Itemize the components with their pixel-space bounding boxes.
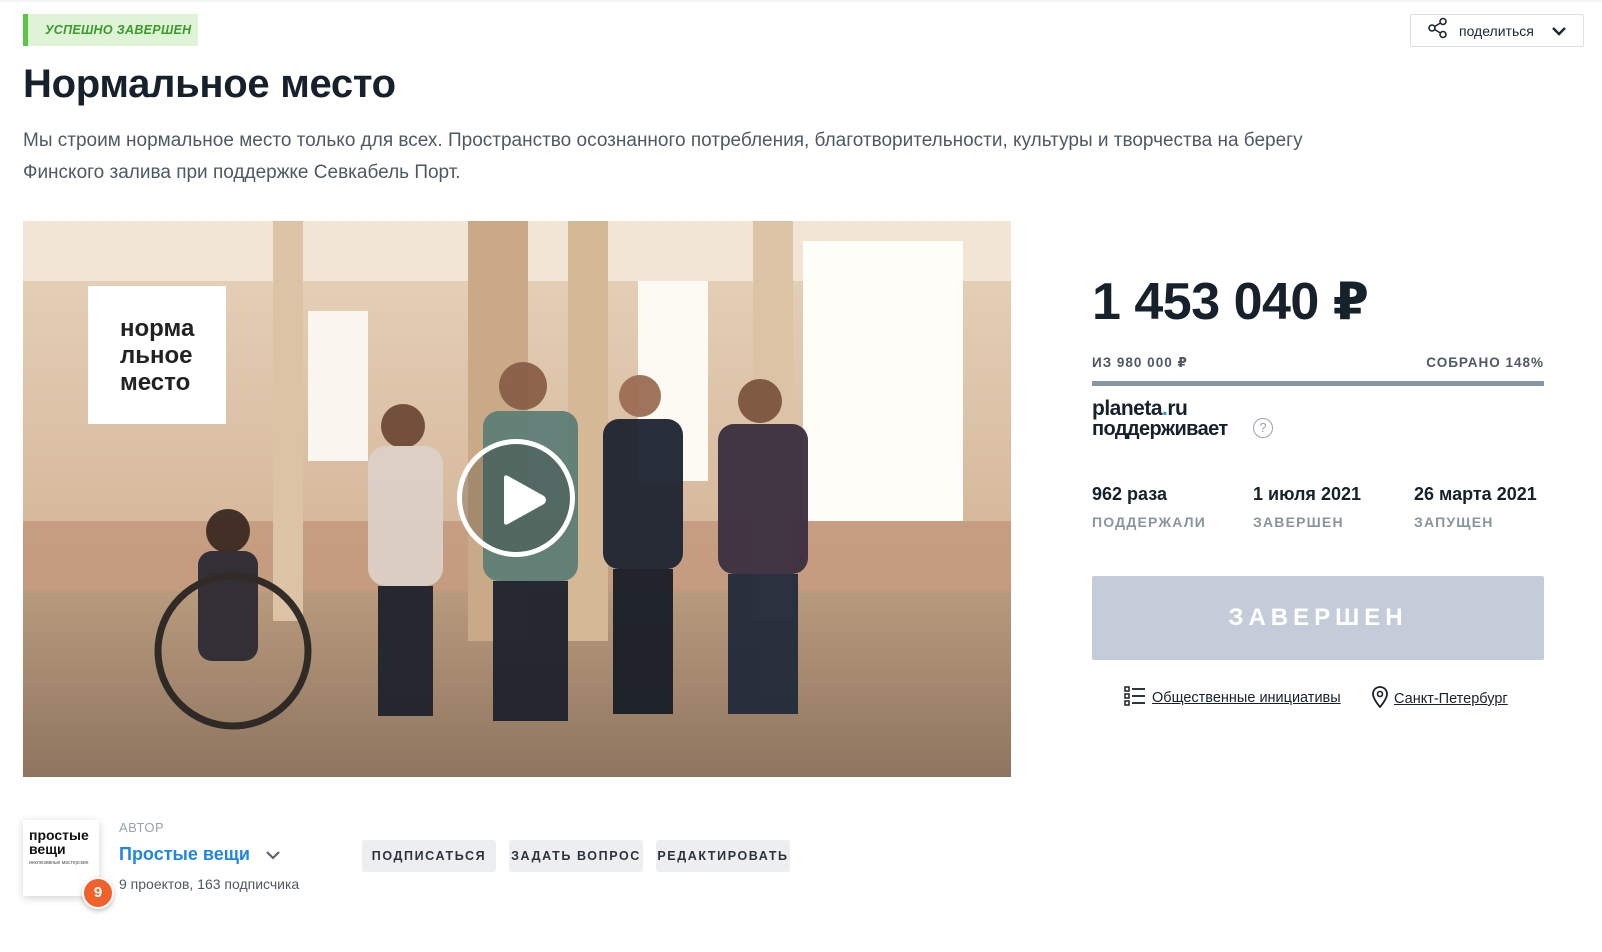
funding-progress-fill (1092, 381, 1544, 386)
funding-goal: из 980 000 ₽ (1092, 355, 1188, 370)
video-logo-line: норма (119, 314, 195, 342)
project-description: Мы строим нормальное место только для вс… (23, 130, 1303, 183)
funding-progress-bar (1092, 381, 1544, 386)
share-icon (1427, 17, 1449, 44)
video-logo-line: место (119, 368, 191, 396)
map-pin-icon (1372, 686, 1388, 712)
video-logo-line: льное (119, 341, 193, 369)
stat-label: запущен (1414, 514, 1494, 530)
project-finished-label: Завершен (1228, 604, 1408, 631)
play-button[interactable] (457, 439, 575, 557)
stat-backers: 962 раза поддержали (1092, 484, 1206, 530)
funding-row: из 980 000 ₽ собрано 148% (1092, 355, 1544, 371)
list-icon (1124, 686, 1146, 710)
funding-percent: собрано 148% (1426, 355, 1544, 370)
status-badge-label: Успешно завершен (45, 23, 192, 37)
avatar-text: простые (29, 827, 89, 843)
category-label: Общественные инициативы (1152, 690, 1341, 706)
planeta-word: planeta (1092, 397, 1163, 420)
share-button[interactable]: поделиться (1410, 14, 1584, 47)
chevron-down-icon[interactable] (264, 848, 282, 867)
top-divider (0, 0, 1602, 3)
avatar-caption: инклюзивные мастерские (29, 860, 89, 866)
play-icon (504, 475, 546, 525)
planeta-supports-text: поддерживает (1092, 418, 1228, 440)
stat-value: 26 марта 2021 (1414, 484, 1537, 504)
author-name-link[interactable]: Простые вещи (119, 844, 250, 865)
share-label: поделиться (1459, 22, 1534, 39)
help-icon[interactable]: ? (1253, 418, 1273, 438)
projects-count-badge: 9 (82, 877, 114, 909)
chevron-down-icon (1551, 24, 1567, 43)
stat-finished: 1 июля 2021 завершен (1253, 484, 1361, 530)
stat-value: 1 июля 2021 (1253, 484, 1361, 504)
ask-question-button[interactable]: Задать вопрос (509, 840, 643, 872)
stat-launched: 26 марта 2021 запущен (1414, 484, 1537, 530)
video-player[interactable]: норма льное место (23, 221, 1011, 777)
stat-value: 962 раза (1092, 484, 1167, 504)
category-link[interactable]: Общественные инициативы (1124, 686, 1341, 710)
edit-button[interactable]: Редактировать (656, 840, 790, 872)
city-link[interactable]: Санкт-Петербург (1372, 686, 1508, 712)
planeta-domain: ru (1167, 397, 1188, 420)
author-label: Автор (119, 820, 165, 835)
video-logo-card: норма льное место (88, 286, 226, 424)
stat-label: завершен (1253, 514, 1344, 530)
project-finished-button[interactable]: Завершен (1092, 576, 1544, 660)
collected-amount: 1 453 040 ₽ (1092, 273, 1369, 331)
planeta-supports-logo: planeta.ru поддерживает (1092, 398, 1228, 440)
status-badge: Успешно завершен (23, 14, 198, 46)
subscribe-button[interactable]: Подписаться (362, 840, 496, 872)
city-label: Санкт-Петербург (1394, 691, 1508, 707)
stat-label: поддержали (1092, 514, 1207, 530)
page-title: Нормальное место (23, 62, 396, 106)
avatar-text: вещи (29, 841, 66, 857)
author-summary: 9 проектов, 163 подписчика (119, 876, 300, 892)
